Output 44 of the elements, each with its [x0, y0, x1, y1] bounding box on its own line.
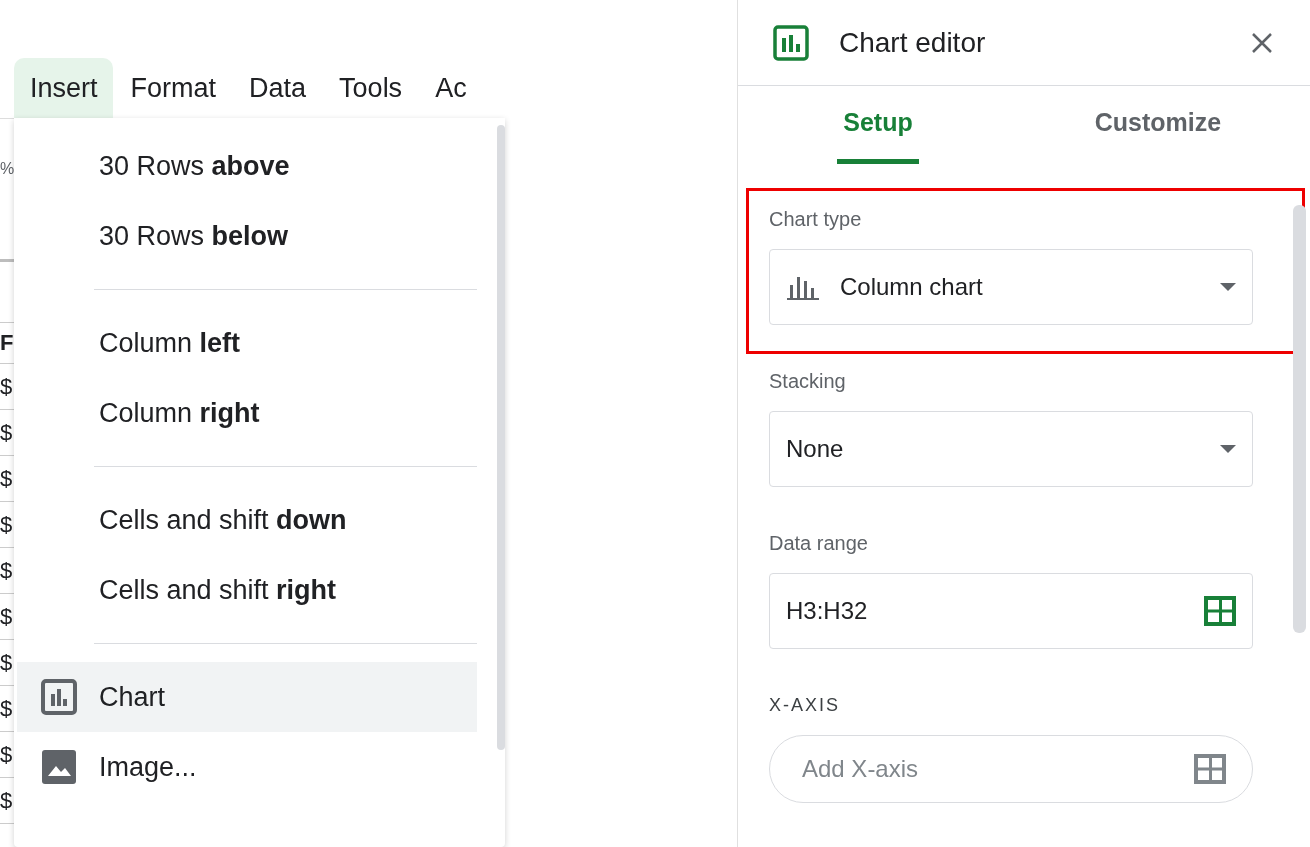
cell-text: F: [0, 330, 14, 355]
field-label: Chart type: [769, 207, 863, 231]
cell-text: %: [0, 160, 14, 177]
menu-item[interactable]: Column right: [17, 378, 477, 448]
menu-item[interactable]: 30 Rows below: [17, 201, 477, 271]
tab[interactable]: Customize: [1088, 86, 1228, 164]
menu-item[interactable]: Chart: [17, 662, 477, 732]
dropdown[interactable]: Column chart: [769, 249, 1253, 325]
scrollbar[interactable]: [497, 125, 505, 750]
field-label: X-AXIS: [769, 694, 842, 717]
menu-bar-item[interactable]: Format: [114, 58, 232, 118]
menu-item[interactable]: 30 Rows above: [17, 131, 477, 201]
field-label: Stacking: [769, 369, 847, 393]
image-icon: [41, 749, 77, 785]
cell-text: $: [0, 742, 13, 767]
field-label: Data range: [769, 531, 869, 555]
chart-icon: [41, 679, 77, 715]
cell-text: $: [0, 374, 13, 399]
cell-text: $: [0, 466, 13, 491]
menu-bar-item[interactable]: Data: [233, 58, 322, 118]
input-field[interactable]: H3:H32: [769, 573, 1253, 649]
menu-bar-item[interactable]: Ac: [419, 58, 467, 118]
menu-item[interactable]: Column left: [17, 308, 477, 378]
tab[interactable]: Setup: [837, 86, 919, 164]
cell-text: $: [0, 558, 13, 583]
menu-bar-item[interactable]: Tools: [323, 58, 418, 118]
chart-icon: [773, 24, 809, 61]
menu-item[interactable]: Image...: [17, 732, 477, 802]
caret-icon: [1220, 445, 1236, 453]
scrollbar[interactable]: [1293, 205, 1306, 633]
cell-text: $: [0, 696, 13, 721]
menu-bar-item[interactable]: Insert: [14, 58, 113, 118]
panel-title: Chart editor: [839, 26, 987, 59]
caret-icon: [1220, 283, 1236, 291]
cell-text: $: [0, 512, 13, 537]
cell-text: $: [0, 604, 13, 629]
grid-icon[interactable]: [1194, 754, 1226, 784]
grid-icon[interactable]: [1204, 596, 1236, 626]
cell-text: $: [0, 420, 13, 445]
dropdown[interactable]: None: [769, 411, 1253, 487]
cell-text: $: [0, 650, 13, 675]
cell-text: $: [0, 788, 13, 813]
menu-item[interactable]: Cells and shift right: [17, 555, 477, 625]
menu-item[interactable]: Cells and shift down: [17, 485, 477, 555]
